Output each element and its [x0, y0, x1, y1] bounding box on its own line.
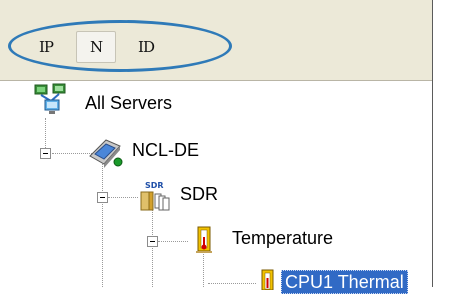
tree-line: [208, 283, 256, 284]
collapse-toggle-icon[interactable]: [97, 192, 108, 203]
collapse-toggle-icon[interactable]: [147, 236, 158, 247]
server-tree[interactable]: All Servers NCL-DE SDR SDR Temperature C…: [0, 80, 432, 294]
tree-item-temperature[interactable]: Temperature: [232, 228, 333, 249]
ip-button[interactable]: IP: [26, 31, 66, 63]
thermometer-icon: [256, 268, 280, 295]
servers-panel: IP N ID All Servers NCL-DE SDR SDR Tempe…: [0, 0, 433, 294]
svg-text:SDR: SDR: [145, 181, 164, 190]
thermometer-folder-icon: [188, 225, 218, 260]
toolbar: IP N ID: [0, 0, 432, 81]
sdr-icon: SDR: [138, 180, 174, 219]
tree-item-all-servers[interactable]: All Servers: [85, 93, 172, 114]
id-button[interactable]: ID: [126, 31, 166, 63]
server-icon: [86, 134, 126, 175]
collapse-toggle-icon[interactable]: [40, 148, 51, 159]
network-icon: [33, 83, 69, 122]
tree-line: [152, 208, 153, 287]
tree-line: [102, 164, 103, 287]
name-button[interactable]: N: [76, 31, 116, 63]
tree-item-sdr[interactable]: SDR: [180, 184, 218, 205]
tree-line: [108, 197, 138, 198]
tree-line: [158, 241, 188, 242]
tree-item-server[interactable]: NCL-DE: [132, 140, 199, 161]
tree-line: [45, 118, 46, 152]
tree-item-cpu1-thermal[interactable]: CPU1 Thermal: [281, 270, 408, 294]
